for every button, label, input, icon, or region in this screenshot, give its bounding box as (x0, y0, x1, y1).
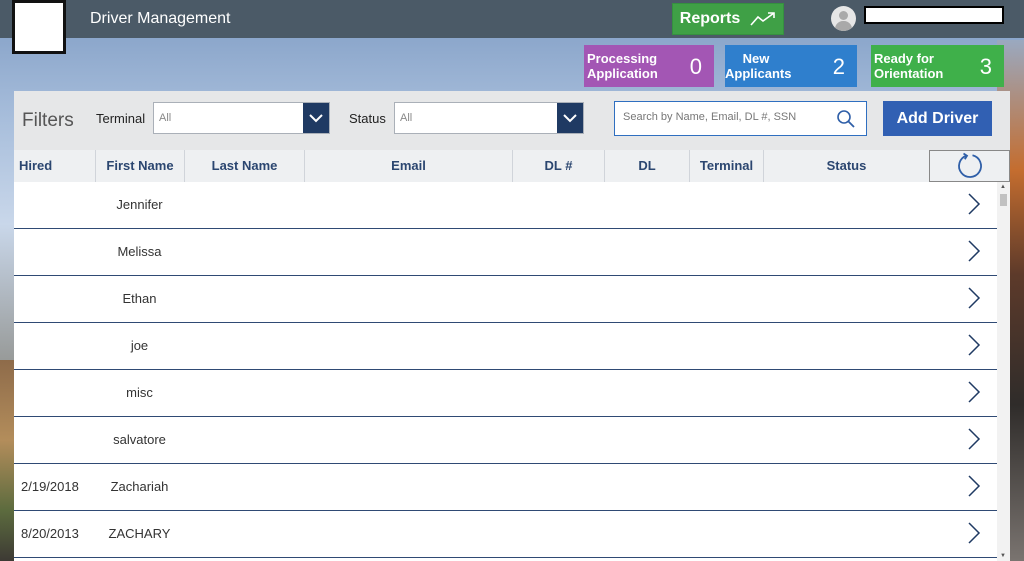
table-row[interactable]: 2/19/2018 Zachariah (14, 464, 997, 511)
column-header-hired[interactable]: Hired (14, 150, 96, 182)
first-name: joe (130, 338, 149, 353)
chevron-right-icon[interactable] (967, 333, 981, 362)
status-select[interactable]: All (394, 102, 584, 134)
reports-label: Reports (679, 10, 741, 27)
tile-count: 2 (832, 54, 845, 79)
chevron-down-icon[interactable] (557, 103, 583, 133)
tile-label: Processing Application (587, 51, 658, 81)
first-name: Ethan (122, 291, 157, 306)
tile-new-applicants[interactable]: New Applicants 2 (725, 45, 857, 87)
driver-list: Jennifer Melissa Ethan joe misc salvator… (14, 182, 997, 561)
table-row[interactable]: Ethan (14, 276, 997, 323)
column-header-first-name[interactable]: First Name (96, 150, 185, 182)
refresh-icon[interactable] (956, 152, 984, 180)
tile-processing-application[interactable]: Processing Application 0 (584, 45, 714, 87)
search-icon[interactable] (836, 109, 856, 134)
company-logo (12, 0, 66, 54)
first-name: Jennifer (116, 197, 163, 212)
user-avatar-icon[interactable] (831, 6, 856, 31)
table-row[interactable]: misc (14, 370, 997, 417)
search-input[interactable] (621, 110, 835, 124)
chevron-right-icon[interactable] (967, 286, 981, 315)
chevron-down-icon[interactable] (303, 103, 329, 133)
filters-title: Filters (22, 110, 74, 131)
table-row[interactable]: 8/20/2013 ZACHARY (14, 511, 997, 558)
add-driver-button[interactable]: Add Driver (883, 101, 992, 136)
search-box[interactable] (614, 101, 867, 136)
app-title: Driver Management (90, 10, 231, 27)
chevron-right-icon[interactable] (967, 474, 981, 503)
status-value: All (400, 112, 413, 124)
trend-up-icon (750, 12, 776, 26)
table-row[interactable]: salvatore (14, 417, 997, 464)
filter-bar: Filters Terminal All Status All Add (14, 91, 1010, 150)
column-header-status[interactable]: Status (764, 150, 929, 182)
table-row[interactable]: Melissa (14, 229, 997, 276)
tile-label: Ready for Orientation (874, 51, 944, 81)
chevron-right-icon[interactable] (967, 192, 981, 221)
top-bar: Driver Management Reports (0, 0, 1024, 38)
scrollbar-thumb[interactable] (1000, 194, 1007, 206)
terminal-label: Terminal (96, 111, 146, 126)
table-row[interactable]: Jennifer (14, 182, 997, 229)
tile-count: 3 (979, 54, 992, 79)
column-header-last-name[interactable]: Last Name (185, 150, 305, 182)
table-row[interactable]: joe (14, 323, 997, 370)
terminal-select[interactable]: All (153, 102, 330, 134)
background-scenery-left (0, 360, 14, 561)
first-name: ZACHARY (108, 526, 171, 541)
tile-ready-for-orientation[interactable]: Ready for Orientation 3 (871, 45, 1004, 87)
chevron-right-icon[interactable] (967, 239, 981, 268)
chevron-right-icon[interactable] (967, 380, 981, 409)
first-name: salvatore (113, 432, 166, 447)
drivers-panel: Filters Terminal All Status All Add (14, 91, 1010, 561)
first-name: misc (126, 385, 153, 400)
username-field (864, 6, 1004, 24)
reports-button[interactable]: Reports (672, 3, 784, 35)
table-header: Hired First Name Last Name Email DL # DL… (14, 150, 1010, 205)
tile-count: 0 (689, 54, 702, 79)
terminal-value: All (159, 112, 172, 124)
column-header-email[interactable]: Email (305, 150, 513, 182)
hired-date: 2/19/2018 (21, 479, 79, 494)
column-header-dl-number[interactable]: DL # (513, 150, 605, 182)
scroll-up-icon[interactable]: ▲ (1000, 184, 1006, 190)
vertical-scrollbar[interactable]: ▲ ▼ (997, 182, 1010, 561)
hired-date: 8/20/2013 (21, 526, 79, 541)
chevron-right-icon[interactable] (967, 521, 981, 550)
column-header-dl-expiration[interactable]: DL Expiration (605, 150, 690, 205)
refresh-button[interactable] (929, 150, 1010, 182)
scroll-down-icon[interactable]: ▼ (1000, 553, 1006, 559)
chevron-right-icon[interactable] (967, 427, 981, 456)
column-header-terminal[interactable]: Terminal (690, 150, 764, 182)
tile-label: New Applicants (725, 51, 792, 81)
status-label: Status (349, 111, 386, 126)
first-name: Zachariah (110, 479, 169, 494)
first-name: Melissa (117, 244, 162, 259)
